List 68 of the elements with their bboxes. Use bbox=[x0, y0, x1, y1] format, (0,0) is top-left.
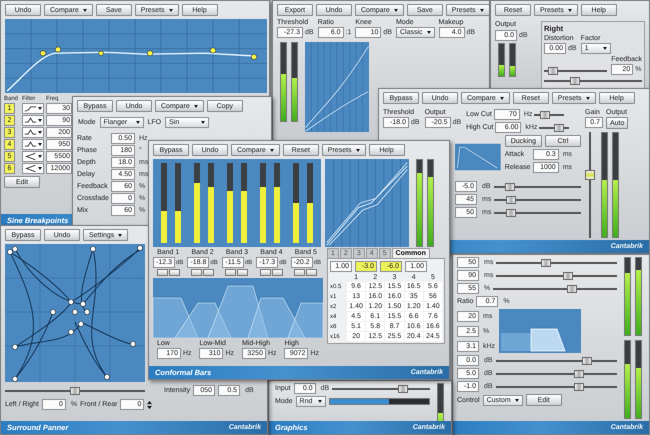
caret-icon bbox=[602, 47, 607, 50]
caret-icon bbox=[38, 119, 42, 122]
caret-icon bbox=[168, 8, 173, 12]
caret-icon bbox=[38, 143, 42, 146]
filter-dropdown[interactable] bbox=[22, 103, 44, 114]
caret-icon bbox=[201, 121, 206, 124]
caret-icon bbox=[394, 8, 398, 12]
caret-icon bbox=[318, 400, 322, 403]
slider-thumb[interactable] bbox=[548, 67, 558, 75]
fader-handle[interactable] bbox=[585, 170, 595, 180]
slider-thumb[interactable] bbox=[562, 272, 573, 280]
curve-point[interactable] bbox=[210, 48, 216, 54]
slider-thumb[interactable] bbox=[540, 110, 550, 118]
caret-icon bbox=[500, 96, 504, 100]
caret-icon bbox=[356, 148, 360, 152]
slider-thumb[interactable] bbox=[540, 258, 551, 266]
slider-thumb[interactable] bbox=[574, 382, 584, 390]
caret-icon bbox=[194, 104, 198, 108]
caret-icon bbox=[38, 167, 42, 170]
curve-point[interactable] bbox=[98, 50, 104, 56]
mini-button[interactable] bbox=[237, 269, 248, 276]
mini-button[interactable] bbox=[203, 269, 214, 276]
filter-dropdown[interactable] bbox=[22, 127, 44, 138]
slider-thumb[interactable] bbox=[506, 208, 516, 216]
mini-button[interactable] bbox=[260, 269, 271, 276]
caret-icon bbox=[38, 107, 42, 110]
filter-shape-icon bbox=[24, 140, 37, 149]
curve-point[interactable] bbox=[146, 50, 154, 56]
caret-icon bbox=[270, 148, 274, 152]
caret-icon bbox=[586, 96, 590, 100]
filter-shape-icon bbox=[24, 152, 37, 161]
caret-icon bbox=[568, 8, 572, 12]
slider-thumb[interactable] bbox=[554, 124, 564, 132]
caret-icon bbox=[514, 398, 519, 402]
caret-icon bbox=[426, 31, 431, 34]
curve-point[interactable] bbox=[250, 54, 258, 60]
filter-shape-icon bbox=[24, 164, 37, 173]
slider-thumb[interactable] bbox=[506, 196, 516, 204]
slider-thumb[interactable] bbox=[574, 370, 584, 378]
curve-point[interactable] bbox=[54, 46, 62, 52]
filter-dropdown[interactable] bbox=[22, 163, 44, 174]
curve-point[interactable] bbox=[40, 50, 46, 56]
slider-thumb[interactable] bbox=[582, 356, 592, 364]
filter-dropdown[interactable] bbox=[22, 115, 44, 126]
caret-icon bbox=[38, 131, 42, 134]
spinner-icon[interactable] bbox=[147, 400, 152, 410]
slider-thumb[interactable] bbox=[570, 77, 580, 85]
mini-button[interactable] bbox=[272, 269, 283, 276]
caret-icon bbox=[136, 121, 140, 124]
filter-shape-icon bbox=[24, 104, 37, 113]
slider-thumb[interactable] bbox=[567, 284, 578, 292]
mini-button[interactable] bbox=[191, 269, 202, 276]
caret-icon bbox=[82, 8, 87, 12]
caret-icon bbox=[480, 8, 484, 12]
mini-button[interactable] bbox=[294, 269, 306, 276]
filter-shape-icon bbox=[24, 116, 37, 125]
mini-button[interactable] bbox=[168, 269, 180, 276]
slider-thumb[interactable] bbox=[505, 182, 516, 190]
caret-icon bbox=[118, 234, 122, 236]
mini-button[interactable] bbox=[225, 269, 236, 276]
filter-dropdown[interactable] bbox=[22, 151, 44, 162]
mini-button[interactable] bbox=[306, 269, 318, 276]
slider-thumb[interactable] bbox=[398, 384, 408, 392]
filter-shape-icon bbox=[24, 128, 37, 137]
caret-icon bbox=[38, 155, 42, 158]
mini-button[interactable] bbox=[156, 269, 168, 276]
filter-dropdown[interactable] bbox=[22, 139, 44, 150]
slider-thumb[interactable] bbox=[70, 386, 80, 394]
